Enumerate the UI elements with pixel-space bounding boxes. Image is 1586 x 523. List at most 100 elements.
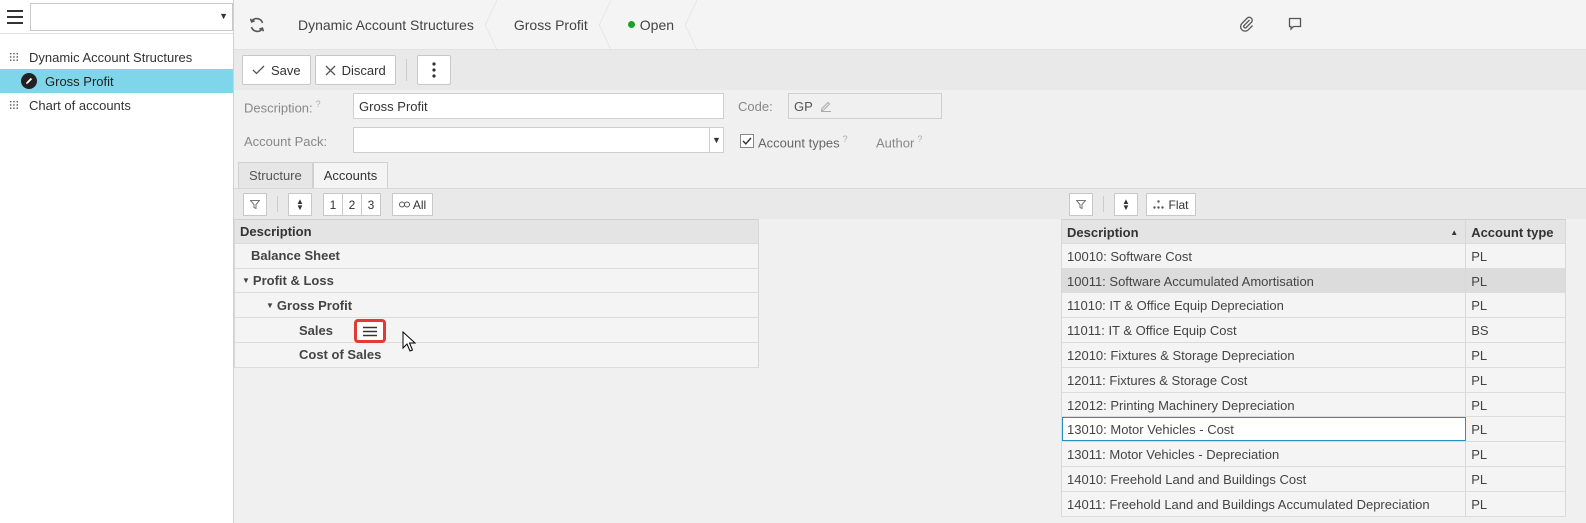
status-dot-icon — [627, 21, 635, 28]
cell-account-type[interactable]: BS — [1466, 318, 1566, 342]
table-row[interactable]: 10010: Software Cost PL — [1061, 243, 1566, 269]
top-actions — [1237, 14, 1305, 34]
cell-description[interactable]: 12010: Fixtures & Storage Depreciation — [1062, 342, 1467, 367]
table-row[interactable]: 12012: Printing Machinery Depreciation PL — [1061, 392, 1566, 418]
row-menu-button[interactable] — [354, 319, 386, 344]
save-button[interactable]: Save — [242, 55, 311, 85]
mouse-cursor-icon — [402, 331, 416, 352]
cell-account-type[interactable]: PL — [1466, 442, 1566, 466]
level-3-button[interactable]: 3 — [361, 193, 381, 216]
sidebar-item-chart-of-accounts[interactable]: Chart of accounts — [0, 93, 233, 117]
cell-description[interactable]: 14011: Freehold Land and Buildings Accum… — [1062, 491, 1467, 516]
table-row[interactable]: 11010: IT & Office Equip Depreciation PL — [1061, 293, 1566, 319]
all-label: All — [412, 197, 427, 212]
account-types-checkbox[interactable] — [740, 134, 754, 148]
sidebar-item-dynamic-account-structures[interactable]: Dynamic Account Structures — [0, 45, 233, 69]
author-label: Author? — [876, 134, 922, 150]
level-label: 1 — [329, 197, 337, 212]
cell-account-type[interactable]: PL — [1466, 466, 1566, 491]
comment-icon[interactable] — [1285, 14, 1305, 34]
more-options-button[interactable] — [416, 55, 451, 85]
header-label: Description — [1067, 225, 1139, 240]
toolbar-divider — [277, 196, 278, 212]
cell-account-type[interactable]: PL — [1466, 367, 1566, 392]
cell-account-type[interactable]: PL — [1466, 268, 1566, 293]
tab-structure[interactable]: Structure — [238, 162, 313, 188]
sidebar-item-gross-profit[interactable]: Gross Profit — [0, 69, 233, 93]
refresh-icon[interactable] — [234, 0, 280, 50]
table-row[interactable]: 12011: Fixtures & Storage Cost PL — [1061, 367, 1566, 393]
tree-row[interactable]: Sales — [234, 318, 759, 344]
sidebar-select[interactable]: ▼ — [30, 2, 233, 31]
sort-toggle-button[interactable]: ▲ ▼ — [288, 193, 312, 216]
row-label: Profit & Loss — [252, 272, 334, 288]
table-row[interactable]: 12010: Fixtures & Storage Depreciation PL — [1061, 342, 1566, 368]
account-pack-label: Account Pack: — [244, 134, 328, 149]
table-row[interactable]: 10011: Software Accumulated Amortisation… — [1061, 268, 1566, 294]
description-field[interactable]: Gross Profit — [353, 93, 724, 119]
row-label: Cost of Sales — [299, 347, 382, 363]
check-icon — [252, 65, 265, 75]
detail-form: Description:? Gross Profit Code: GP Acco… — [234, 90, 1586, 160]
main-panel: Dynamic Account Structures Gross Profit … — [234, 0, 1586, 523]
hamburger-menu-icon[interactable] — [4, 6, 26, 28]
tab-label: Structure — [249, 168, 302, 183]
status-badge[interactable]: Open — [610, 0, 698, 50]
sort-down-icon: ▼ — [296, 202, 304, 212]
sort-toggle-button[interactable]: ▲ ▼ — [1114, 193, 1138, 216]
cell-account-type[interactable]: PL — [1466, 243, 1566, 268]
header-label: Description — [240, 223, 312, 239]
paperclip-icon[interactable] — [1237, 14, 1257, 34]
tree-row[interactable]: Balance Sheet — [234, 243, 759, 269]
description-label-text: Description: — [244, 100, 313, 116]
breadcrumb-item[interactable]: Gross Profit — [496, 0, 611, 50]
table-row[interactable]: 11011: IT & Office Equip Cost BS — [1061, 318, 1566, 343]
row-label: Balance Sheet — [251, 248, 340, 264]
check-icon — [742, 137, 752, 145]
cell-account-type[interactable]: PL — [1466, 491, 1566, 516]
cell-description[interactable]: 13011: Motor Vehicles - Depreciation — [1062, 442, 1467, 466]
table-row[interactable]: 14011: Freehold Land and Buildings Accum… — [1061, 491, 1566, 517]
column-header-description[interactable]: Description ▲ — [1062, 220, 1467, 243]
column-header-description[interactable]: Description — [234, 219, 759, 244]
filter-button[interactable] — [243, 193, 267, 216]
account-pack-select[interactable]: ▼ — [353, 127, 724, 153]
discard-button[interactable]: Discard — [314, 55, 396, 85]
flat-button[interactable]: Flat — [1146, 193, 1196, 216]
breadcrumb: Dynamic Account Structures Gross Profit … — [234, 0, 1586, 50]
cell-description[interactable]: 12012: Printing Machinery Depreciation — [1062, 392, 1467, 417]
sidebar-item-label: Chart of accounts — [29, 97, 131, 113]
link-icon — [398, 201, 410, 208]
table-row[interactable]: 13010: Motor Vehicles - Cost PL — [1061, 417, 1566, 443]
level-1-button[interactable]: 1 — [323, 193, 343, 216]
breadcrumb-item[interactable]: Dynamic Account Structures — [280, 0, 497, 50]
cell-description[interactable]: 11011: IT & Office Equip Cost — [1062, 318, 1467, 342]
cell-description[interactable]: 12011: Fixtures & Storage Cost — [1062, 367, 1467, 392]
tree-row[interactable]: ▼ Gross Profit — [234, 293, 759, 319]
tree-row[interactable]: ▼ Profit & Loss — [234, 268, 759, 294]
table-row[interactable]: 13011: Motor Vehicles - Depreciation PL — [1061, 442, 1566, 467]
cell-account-type[interactable]: PL — [1466, 342, 1566, 367]
tab-accounts[interactable]: Accounts — [312, 162, 389, 188]
cell-description[interactable]: 11010: IT & Office Equip Depreciation — [1062, 293, 1467, 318]
cell-account-type[interactable]: PL — [1466, 392, 1566, 417]
code-value: GP — [794, 99, 813, 114]
expand-triangle-icon[interactable]: ▼ — [242, 276, 250, 285]
filter-icon — [250, 200, 260, 209]
cell-description[interactable]: 14010: Freehold Land and Buildings Cost — [1062, 466, 1467, 491]
tree-row[interactable]: Cost of Sales — [234, 342, 759, 368]
accounts-grid: Description ▲ Account type 10010: Softwar… — [1061, 219, 1566, 517]
table-row[interactable]: 14010: Freehold Land and Buildings Cost P… — [1061, 466, 1566, 492]
cell-description[interactable]: 10011: Software Accumulated Amortisation — [1062, 268, 1467, 293]
cell-account-type[interactable]: PL — [1466, 417, 1566, 442]
filter-button[interactable] — [1069, 193, 1093, 216]
all-button[interactable]: All — [392, 193, 433, 216]
cell-description[interactable]: 10010: Software Cost — [1062, 243, 1467, 268]
cell-account-type[interactable]: PL — [1466, 293, 1566, 318]
level-2-button[interactable]: 2 — [342, 193, 362, 216]
expand-triangle-icon[interactable]: ▼ — [266, 301, 274, 310]
cell-description[interactable]: 13010: Motor Vehicles - Cost — [1062, 417, 1467, 442]
column-header-account-type[interactable]: Account type — [1466, 220, 1566, 243]
description-value: Gross Profit — [359, 99, 428, 114]
chevron-down-icon[interactable]: ▼ — [709, 128, 723, 152]
